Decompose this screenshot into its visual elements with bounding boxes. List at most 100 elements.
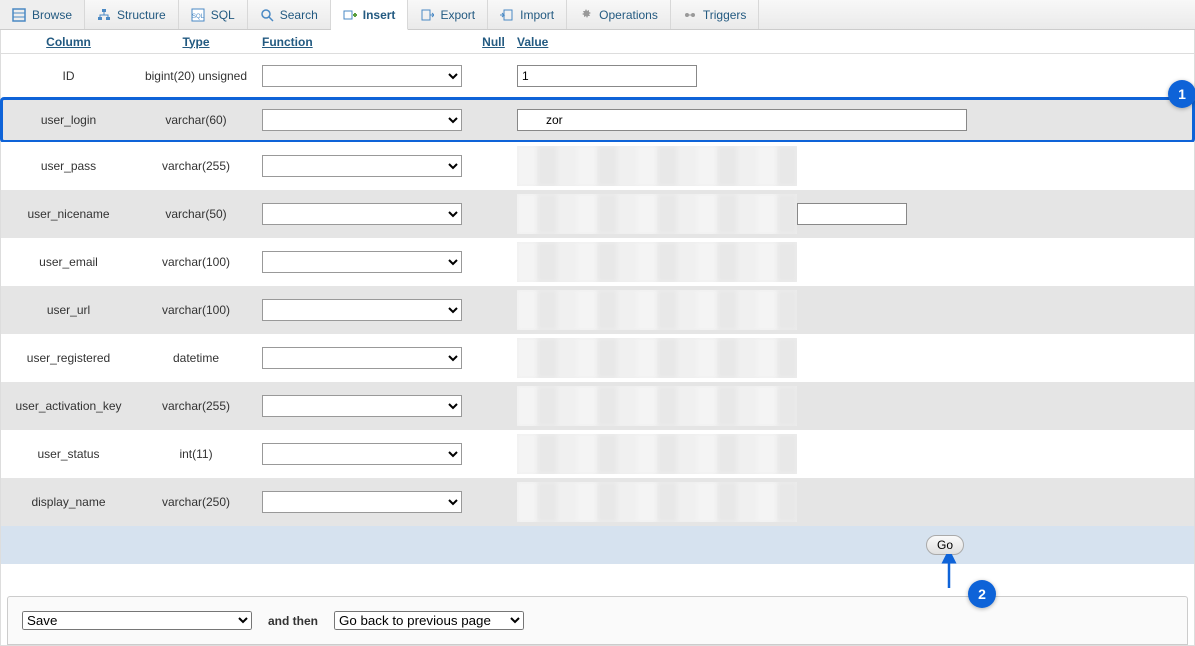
tab-label: Triggers xyxy=(703,8,747,22)
redacted-value xyxy=(517,242,797,282)
insert-form: Column Type Function Null Value IDbigint… xyxy=(0,30,1195,646)
value-input[interactable] xyxy=(797,203,907,225)
tab-sql[interactable]: SQL SQL xyxy=(179,0,248,29)
value-cell xyxy=(511,334,1194,382)
table-row: display_namevarchar(250) xyxy=(1,478,1194,526)
column-name: user_activation_key xyxy=(1,395,136,417)
function-cell xyxy=(256,295,476,325)
null-cell xyxy=(476,116,511,124)
function-cell xyxy=(256,487,476,517)
column-name: user_login xyxy=(1,109,136,131)
column-name: user_url xyxy=(1,299,136,321)
value-cell xyxy=(511,478,1194,526)
function-select[interactable] xyxy=(262,155,462,177)
value-cell xyxy=(511,61,1194,91)
table-row: user_loginvarchar(60)1 xyxy=(1,98,1194,142)
svg-text:SQL: SQL xyxy=(192,14,205,20)
insert-icon xyxy=(343,8,357,22)
triggers-icon xyxy=(683,8,697,22)
function-cell xyxy=(256,105,476,135)
table-row: user_activation_keyvarchar(255) xyxy=(1,382,1194,430)
column-name: display_name xyxy=(1,491,136,513)
column-type: datetime xyxy=(136,347,256,369)
null-cell xyxy=(476,210,511,218)
column-type: varchar(255) xyxy=(136,155,256,177)
column-name: ID xyxy=(1,65,136,87)
value-cell xyxy=(511,238,1194,286)
function-cell xyxy=(256,391,476,421)
header-value[interactable]: Value xyxy=(511,31,1194,53)
tab-export[interactable]: Export xyxy=(408,0,488,29)
column-name: user_nicename xyxy=(1,203,136,225)
value-cell xyxy=(511,190,1194,238)
redacted-value xyxy=(517,434,797,474)
tab-label: SQL xyxy=(211,8,235,22)
redacted-value xyxy=(517,194,797,234)
import-icon xyxy=(500,8,514,22)
browse-icon xyxy=(12,8,26,22)
function-select[interactable] xyxy=(262,251,462,273)
function-select[interactable] xyxy=(262,443,462,465)
function-select[interactable] xyxy=(262,299,462,321)
tab-insert[interactable]: Insert xyxy=(331,0,409,30)
value-input[interactable] xyxy=(517,65,697,87)
function-cell xyxy=(256,61,476,91)
value-cell xyxy=(511,105,1194,135)
function-select[interactable] xyxy=(262,203,462,225)
tab-import[interactable]: Import xyxy=(488,0,567,29)
function-cell xyxy=(256,439,476,469)
function-cell xyxy=(256,343,476,373)
column-name: user_status xyxy=(1,443,136,465)
tab-label: Operations xyxy=(599,8,658,22)
tab-browse[interactable]: Browse xyxy=(0,0,85,29)
header-function[interactable]: Function xyxy=(256,31,476,53)
header-type[interactable]: Type xyxy=(136,31,256,53)
tab-label: Insert xyxy=(363,8,396,22)
value-cell xyxy=(511,286,1194,334)
function-select[interactable] xyxy=(262,395,462,417)
tab-structure[interactable]: Structure xyxy=(85,0,179,29)
annotation-marker-2: 2 xyxy=(968,580,996,608)
column-name: user_registered xyxy=(1,347,136,369)
tab-operations[interactable]: Operations xyxy=(567,0,671,29)
redacted-value xyxy=(517,338,797,378)
null-cell xyxy=(476,72,511,80)
value-input[interactable] xyxy=(517,109,967,131)
function-select[interactable] xyxy=(262,491,462,513)
after-action-select[interactable]: Go back to previous page xyxy=(334,611,524,630)
table-row: user_urlvarchar(100) xyxy=(1,286,1194,334)
null-cell xyxy=(476,258,511,266)
tab-label: Browse xyxy=(32,8,72,22)
tab-search[interactable]: Search xyxy=(248,0,331,29)
value-cell xyxy=(511,382,1194,430)
tab-label: Structure xyxy=(117,8,166,22)
tab-triggers[interactable]: Triggers xyxy=(671,0,760,29)
and-then-label: and then xyxy=(268,614,318,628)
header-column[interactable]: Column xyxy=(1,31,136,53)
tab-bar: Browse Structure SQL SQL Search Insert ExportI… xyxy=(0,0,1195,30)
null-cell xyxy=(476,354,511,362)
value-cell xyxy=(511,142,1194,190)
column-type: int(11) xyxy=(136,443,256,465)
table-row: user_emailvarchar(100) xyxy=(1,238,1194,286)
function-select[interactable] xyxy=(262,109,462,131)
tab-label: Search xyxy=(280,8,318,22)
redacted-value xyxy=(517,290,797,330)
operations-icon xyxy=(579,8,593,22)
annotation-marker-1: 1 xyxy=(1168,80,1195,108)
column-type: varchar(60) xyxy=(136,109,256,131)
column-type: bigint(20) unsigned xyxy=(136,65,256,87)
table-row: user_passvarchar(255) xyxy=(1,142,1194,190)
redacted-value xyxy=(517,482,797,522)
table-row: user_registereddatetime xyxy=(1,334,1194,382)
submit-row: Go 2 xyxy=(1,526,1194,564)
column-type: varchar(100) xyxy=(136,251,256,273)
function-select[interactable] xyxy=(262,65,462,87)
header-null[interactable]: Null xyxy=(476,31,511,53)
go-button[interactable]: Go xyxy=(926,535,964,555)
save-mode-select[interactable]: Save xyxy=(22,611,252,630)
function-cell xyxy=(256,247,476,277)
function-select[interactable] xyxy=(262,347,462,369)
sql-icon: SQL xyxy=(191,8,205,22)
column-type: varchar(250) xyxy=(136,491,256,513)
